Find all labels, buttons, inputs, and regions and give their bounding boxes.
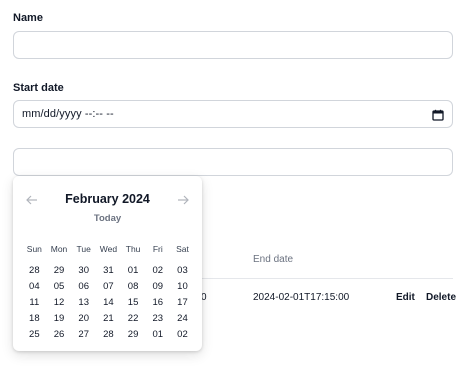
day-cell[interactable]: 02 xyxy=(170,328,195,341)
day-cell[interactable]: 24 xyxy=(170,312,195,325)
day-cell[interactable]: 04 xyxy=(22,280,47,293)
calendar-icon[interactable] xyxy=(432,108,444,121)
name-input[interactable] xyxy=(13,31,453,59)
day-grid: 28 29 30 31 01 02 03 04 05 06 07 08 09 1… xyxy=(22,264,195,341)
weekday-header: Sun Mon Tue Wed Thu Fri Sat xyxy=(22,244,195,254)
name-label: Name xyxy=(13,12,43,24)
day-cell[interactable]: 28 xyxy=(96,328,121,341)
weekday-label: Thu xyxy=(125,244,141,254)
day-cell[interactable]: 05 xyxy=(47,280,72,293)
day-cell[interactable]: 29 xyxy=(47,264,72,277)
day-cell[interactable]: 26 xyxy=(47,328,72,341)
month-title: February 2024 xyxy=(65,192,150,206)
day-cell[interactable]: 13 xyxy=(71,296,96,309)
today-button[interactable]: Today xyxy=(13,213,202,224)
weekday-label: Mon xyxy=(50,244,68,254)
day-cell[interactable]: 19 xyxy=(47,312,72,325)
day-cell[interactable]: 14 xyxy=(96,296,121,309)
day-cell[interactable]: 31 xyxy=(96,264,121,277)
date-picker-popup: February 2024 Today Sun Mon Tue Wed Thu … xyxy=(13,176,202,351)
day-cell[interactable]: 15 xyxy=(121,296,146,309)
day-cell[interactable]: 25 xyxy=(22,328,47,341)
start-date-label: Start date xyxy=(13,82,64,94)
day-cell[interactable]: 12 xyxy=(47,296,72,309)
day-cell[interactable]: 09 xyxy=(145,280,170,293)
day-cell[interactable]: 18 xyxy=(22,312,47,325)
start-date-input[interactable]: mm/dd/yyyy --:-- -- xyxy=(13,100,453,128)
day-cell[interactable]: 27 xyxy=(71,328,96,341)
day-cell[interactable]: 29 xyxy=(121,328,146,341)
weekday-label: Fri xyxy=(152,244,163,254)
end-date-header: End date xyxy=(253,254,294,265)
end-date-input[interactable] xyxy=(13,148,453,176)
day-cell[interactable]: 06 xyxy=(71,280,96,293)
weekday-label: Wed xyxy=(99,244,118,254)
weekday-label: Sun xyxy=(26,244,42,254)
day-cell[interactable]: 23 xyxy=(145,312,170,325)
day-cell[interactable]: 07 xyxy=(96,280,121,293)
weekday-label: Tue xyxy=(76,244,91,254)
arrow-right-icon xyxy=(178,195,189,205)
day-cell[interactable]: 20 xyxy=(71,312,96,325)
day-cell[interactable]: 01 xyxy=(121,264,146,277)
row-end-date: 2024-02-01T17:15:00 xyxy=(253,292,350,303)
day-cell[interactable]: 11 xyxy=(22,296,47,309)
day-cell[interactable]: 08 xyxy=(121,280,146,293)
day-cell[interactable]: 30 xyxy=(71,264,96,277)
day-cell[interactable]: 16 xyxy=(145,296,170,309)
day-cell[interactable]: 28 xyxy=(22,264,47,277)
weekday-label: Sat xyxy=(176,244,189,254)
delete-button[interactable]: Delete xyxy=(426,292,456,303)
day-cell[interactable]: 17 xyxy=(170,296,195,309)
start-date-value: mm/dd/yyyy --:-- -- xyxy=(22,108,114,120)
day-cell[interactable]: 10 xyxy=(170,280,195,293)
next-month-button[interactable] xyxy=(176,193,190,207)
day-cell[interactable]: 01 xyxy=(145,328,170,341)
edit-button[interactable]: Edit xyxy=(396,292,415,303)
day-cell[interactable]: 02 xyxy=(145,264,170,277)
day-cell[interactable]: 22 xyxy=(121,312,146,325)
table-divider xyxy=(200,278,453,279)
day-cell[interactable]: 21 xyxy=(96,312,121,325)
day-cell[interactable]: 03 xyxy=(170,264,195,277)
